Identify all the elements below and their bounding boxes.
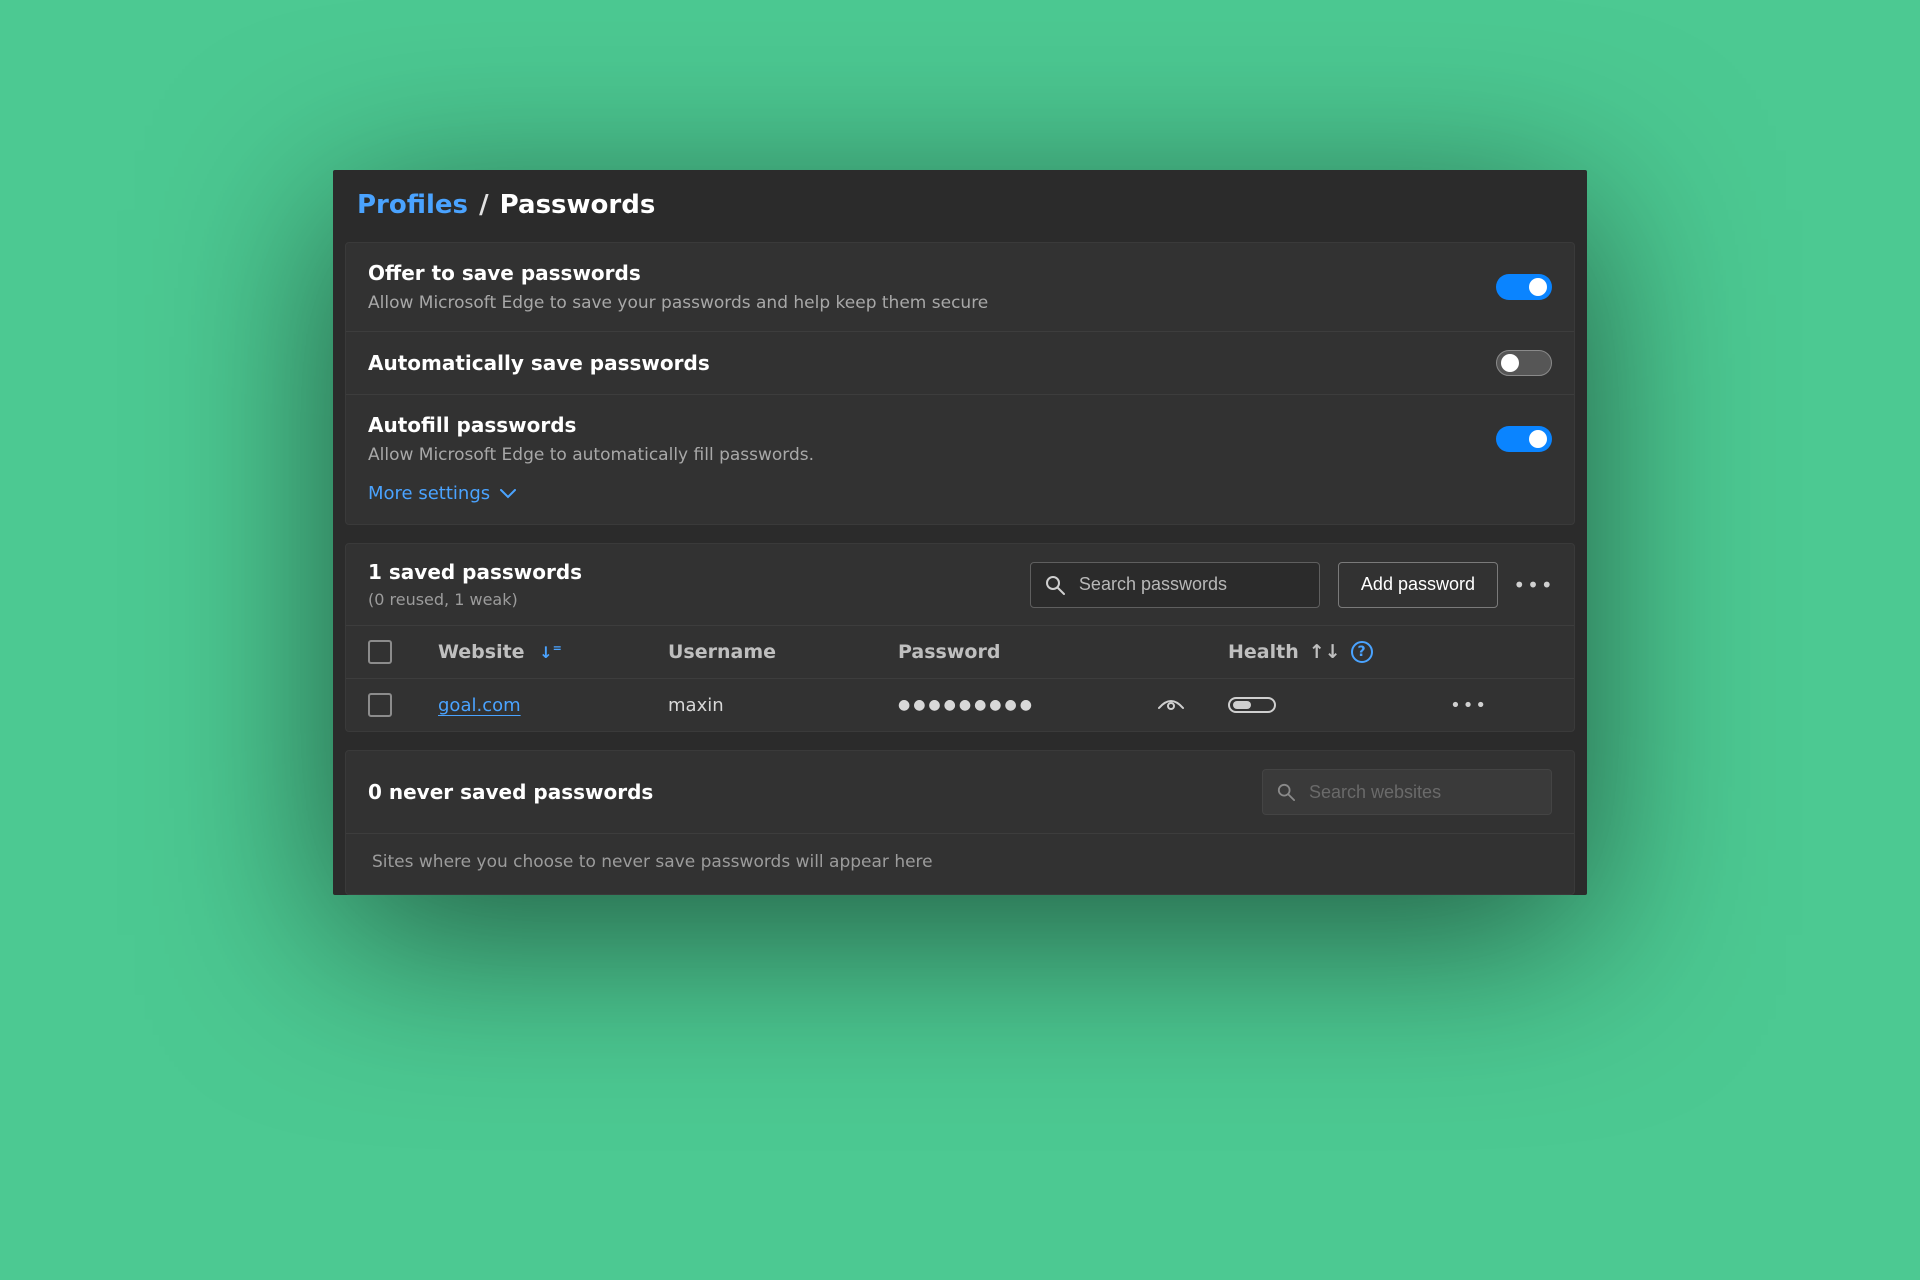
- auto-save-toggle[interactable]: [1496, 350, 1552, 376]
- more-settings-label: More settings: [368, 483, 490, 504]
- search-websites-field[interactable]: [1262, 769, 1552, 815]
- search-websites-input[interactable]: [1309, 782, 1541, 803]
- col-website[interactable]: Website ↓=: [438, 641, 668, 663]
- col-health[interactable]: Health ↑↓ ?: [1228, 641, 1428, 663]
- never-saved-card: 0 never saved passwords Sites where you …: [345, 750, 1575, 895]
- page-title: Passwords: [500, 190, 656, 220]
- add-password-button[interactable]: Add password: [1338, 562, 1498, 608]
- autofill-toggle[interactable]: [1496, 426, 1552, 452]
- passwords-table-header: Website ↓= Username Password Health ↑↓ ?: [346, 625, 1574, 678]
- saved-count-sub: (0 reused, 1 weak): [368, 590, 1012, 609]
- auto-save-row: Automatically save passwords: [346, 331, 1574, 394]
- chevron-down-icon: [500, 489, 516, 499]
- breadcrumb-separator: /: [477, 190, 491, 220]
- breadcrumb-root-link[interactable]: Profiles: [357, 190, 468, 220]
- offer-save-title: Offer to save passwords: [368, 261, 1496, 285]
- offer-save-desc: Allow Microsoft Edge to save your passwo…: [368, 293, 1496, 313]
- reveal-password-button[interactable]: [1158, 696, 1228, 714]
- sort-asc-icon: ↓=: [539, 643, 562, 662]
- col-password[interactable]: Password: [898, 641, 1158, 663]
- saved-count-title: 1 saved passwords: [368, 560, 1012, 584]
- offer-save-toggle[interactable]: [1496, 274, 1552, 300]
- saved-passwords-card: 1 saved passwords (0 reused, 1 weak) Add…: [345, 543, 1575, 732]
- password-row: goal.com maxin ●●●●●●●●● •••: [346, 678, 1574, 731]
- help-icon[interactable]: ?: [1351, 641, 1373, 663]
- autofill-desc: Allow Microsoft Edge to automatically fi…: [368, 445, 1496, 465]
- more-settings-link[interactable]: More settings: [346, 483, 538, 524]
- row-more-menu-button[interactable]: •••: [1428, 695, 1488, 716]
- saved-more-menu-button[interactable]: •••: [1516, 567, 1552, 603]
- col-username[interactable]: Username: [668, 641, 898, 663]
- search-icon: [1045, 575, 1065, 595]
- row-checkbox[interactable]: [368, 693, 392, 717]
- select-all-checkbox[interactable]: [368, 640, 392, 664]
- search-passwords-input[interactable]: [1079, 574, 1311, 595]
- auto-save-title: Automatically save passwords: [368, 351, 1496, 375]
- search-icon: [1277, 783, 1295, 801]
- password-mask: ●●●●●●●●●: [898, 697, 1158, 713]
- health-meter-icon: [1228, 697, 1276, 713]
- autofill-row: Autofill passwords Allow Microsoft Edge …: [346, 395, 1574, 483]
- passwords-settings-panel: Profiles / Passwords Offer to save passw…: [333, 170, 1587, 895]
- search-passwords-field[interactable]: [1030, 562, 1320, 608]
- never-saved-title: 0 never saved passwords: [368, 780, 653, 804]
- autofill-title: Autofill passwords: [368, 413, 1496, 437]
- offer-save-row: Offer to save passwords Allow Microsoft …: [346, 243, 1574, 331]
- password-options-card: Offer to save passwords Allow Microsoft …: [345, 242, 1575, 525]
- never-saved-desc: Sites where you choose to never save pas…: [346, 833, 1574, 894]
- username-cell: maxin: [668, 695, 898, 716]
- breadcrumb: Profiles / Passwords: [333, 170, 1587, 242]
- website-link[interactable]: goal.com: [438, 695, 521, 716]
- sort-both-icon: ↑↓: [1309, 641, 1341, 663]
